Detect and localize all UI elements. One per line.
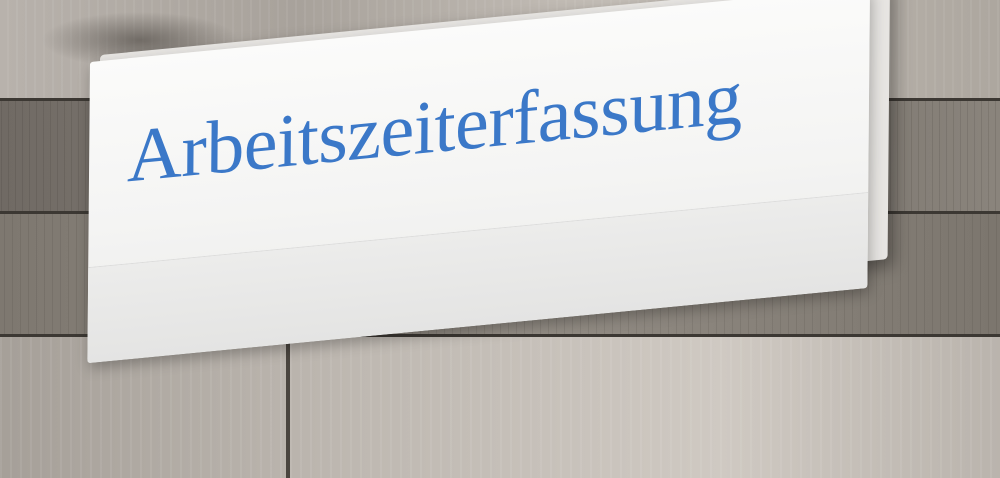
photo-scene: Arbeitszeiterfassung bbox=[0, 0, 1000, 478]
wood-seam bbox=[286, 340, 290, 478]
newspaper-headline: Arbeitszeiterfassung bbox=[126, 55, 743, 199]
wood-plank bbox=[0, 337, 1000, 478]
